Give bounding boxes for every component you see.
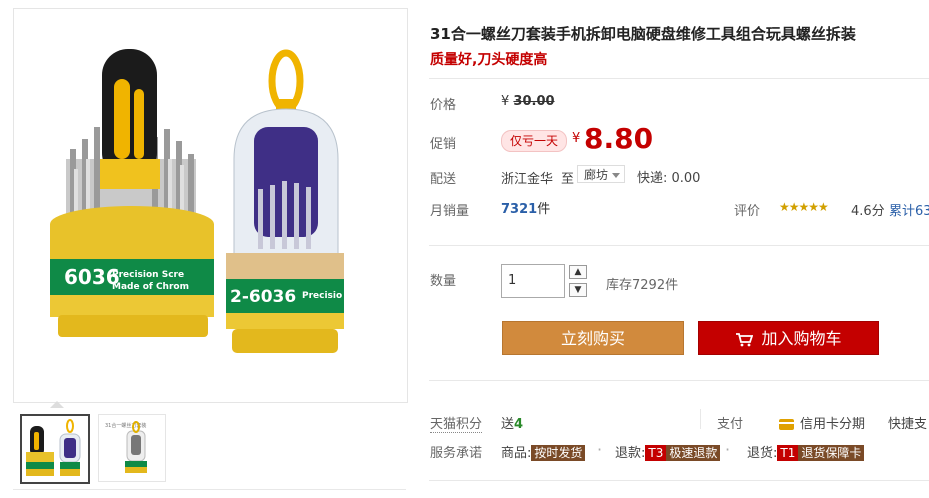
svg-text:Made of Chrom: Made of Chrom	[112, 282, 189, 292]
svg-text:31合一螺丝刀套装: 31合一螺丝刀套装	[105, 422, 146, 429]
quick-pay[interactable]: 快捷支	[888, 413, 927, 432]
rating-stars-icon: ★★★★★	[779, 200, 829, 214]
tmall-points-label[interactable]: 天猫积分	[430, 413, 483, 433]
monthly-sales-count: 7321	[501, 202, 538, 217]
monthly-sales-label: 月销量	[430, 204, 470, 219]
original-price: ¥ 30.00	[501, 94, 555, 109]
credit-installment-label: 信用卡分期	[800, 417, 866, 432]
actions-divider	[429, 380, 929, 381]
shipping-to-word: 至	[561, 172, 575, 187]
promo-label: 促销	[430, 137, 457, 152]
title-divider	[429, 78, 929, 79]
bottom-divider	[429, 480, 929, 481]
chevron-down-icon	[612, 173, 620, 178]
on-time-shipping-tag[interactable]: 按时发货	[531, 445, 586, 461]
original-price-currency: ¥	[501, 94, 510, 109]
service-return: 退货: T1 退货保障卡	[747, 442, 865, 461]
payment-label: 支付	[717, 417, 744, 432]
rating-label: 评价	[734, 204, 761, 219]
thumbnail-divider	[13, 489, 406, 490]
credit-card-icon	[779, 419, 794, 430]
return-guarantee-tag[interactable]: 退货保障卡	[798, 445, 865, 461]
main-product-image: 6036 Precision Scre Made of Chrom 2-6036…	[14, 9, 407, 402]
thumbnail-pointer	[50, 401, 64, 408]
buy-now-button[interactable]: 立刻购买	[502, 321, 684, 355]
product-title: 31合一螺丝刀套装手机拆卸电脑硬盘维修工具组合玩具螺丝拆装	[430, 25, 856, 43]
service-goods: 商品: 按时发货	[501, 442, 586, 461]
shipping-label: 配送	[430, 172, 457, 187]
svg-text:Precision Scre: Precision Scre	[112, 270, 184, 280]
monthly-sales-unit: 件	[537, 202, 551, 217]
fast-refund-tag[interactable]: 极速退款	[666, 445, 721, 461]
original-price-value: 30.00	[513, 94, 555, 109]
product-subtitle: 质量好,刀头硬度高	[430, 52, 548, 68]
add-to-cart-button[interactable]: 加入购物车	[698, 321, 879, 355]
payment-separator	[700, 409, 701, 429]
shipping-origin: 浙江金华	[501, 172, 554, 187]
quantity-increase-button[interactable]: ▲	[569, 265, 587, 279]
svg-text:Precisio: Precisio	[302, 291, 342, 301]
service-return-label: 退货:	[747, 446, 778, 461]
stock-count: 库存7292件	[606, 278, 679, 293]
destination-value: 廊坊	[584, 168, 609, 182]
destination-select[interactable]: 廊坊	[577, 165, 625, 183]
thumbnail-2-image: 31合一螺丝刀套装	[99, 415, 165, 481]
service-refund-label: 退款:	[615, 446, 646, 461]
cart-icon	[736, 332, 754, 346]
separator-dot: ·	[725, 440, 731, 459]
quantity-label: 数量	[430, 274, 457, 289]
service-goods-label: 商品:	[501, 446, 532, 461]
service-refund: 退款: T3 极速退款	[615, 442, 721, 461]
service-label: 服务承诺	[430, 446, 483, 461]
add-to-cart-label: 加入购物车	[761, 329, 842, 348]
main-product-image-frame: 6036 Precision Scre Made of Chrom 2-6036…	[13, 8, 408, 403]
shipping-fee: 快递: 0.00	[637, 171, 701, 186]
refund-code-badge: T3	[645, 445, 667, 461]
points-prefix: 送	[501, 417, 515, 432]
promo-price: 8.80	[584, 122, 654, 155]
tmall-points-value: 送4	[501, 413, 523, 432]
thumbnail-2[interactable]: 31合一螺丝刀套装	[98, 414, 166, 482]
quantity-input[interactable]: 1	[501, 264, 565, 298]
rating-score: 4.6分	[851, 204, 885, 219]
points-number: 4	[514, 417, 524, 432]
thumbnail-1-image	[22, 416, 88, 482]
svg-text:2-6036: 2-6036	[230, 287, 296, 307]
promo-badge: 仅亏一天	[501, 130, 567, 152]
monthly-sales-value: 7321件	[501, 198, 550, 217]
return-code-badge: T1	[777, 445, 799, 461]
separator-dot: ·	[597, 440, 603, 459]
total-reviews-link[interactable]: 累计63	[889, 200, 929, 219]
thumbnail-1[interactable]	[20, 414, 90, 484]
sales-divider	[429, 245, 929, 246]
price-label: 价格	[430, 98, 457, 113]
promo-currency: ¥	[572, 131, 581, 146]
quantity-decrease-button[interactable]: ▼	[569, 283, 587, 297]
credit-installment[interactable]: 信用卡分期	[779, 413, 865, 432]
